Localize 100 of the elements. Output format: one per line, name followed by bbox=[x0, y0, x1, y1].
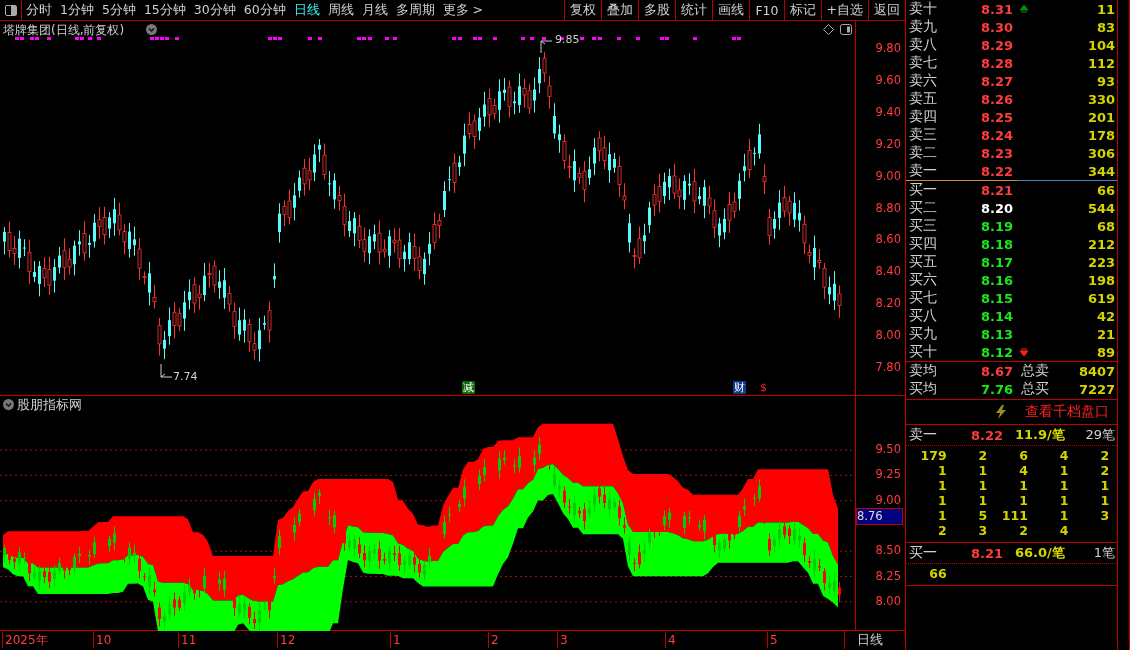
queue-order-size: 1 bbox=[936, 493, 947, 508]
toolbar-button[interactable]: 返回 bbox=[868, 0, 905, 20]
order-volume: 112 bbox=[1086, 55, 1116, 71]
more-button[interactable]: 更多 > bbox=[438, 0, 488, 20]
order-price: 8.29 bbox=[981, 37, 1015, 53]
order-price: 8.23 bbox=[981, 145, 1015, 161]
period-tab[interactable]: 周线 bbox=[323, 0, 358, 20]
period-tab[interactable]: 月线 bbox=[357, 0, 392, 20]
date-label: 5 bbox=[767, 632, 778, 648]
axis-label: 8.00 bbox=[875, 328, 901, 343]
toolbar-button[interactable]: 复权 bbox=[564, 0, 602, 20]
panel-icon[interactable] bbox=[840, 24, 852, 35]
queue-price: 8.22 bbox=[971, 427, 1005, 443]
queue-order-size: 4 bbox=[1018, 463, 1028, 478]
queue-order-size: 2 bbox=[936, 523, 947, 538]
axis-label: 9.60 bbox=[875, 72, 901, 87]
order-volume: 21 bbox=[1096, 326, 1116, 342]
event-marker[interactable]: 财 bbox=[733, 381, 746, 394]
order-price: 8.28 bbox=[981, 55, 1015, 71]
axis-label: 9.25 bbox=[875, 467, 901, 482]
order-level-label: 卖九 bbox=[909, 18, 938, 36]
lightning-icon bbox=[995, 405, 1008, 419]
toolbar-button[interactable]: 统计 bbox=[675, 0, 713, 20]
queue-order-size: 1 bbox=[1058, 463, 1069, 478]
order-level-label: 买八 bbox=[909, 307, 938, 325]
queue-count: 1笔 bbox=[1092, 544, 1116, 562]
order-volume: 178 bbox=[1086, 127, 1116, 143]
queue-label: 买一 bbox=[909, 544, 938, 562]
order-level-label: 买五 bbox=[909, 253, 938, 271]
date-label: 12 bbox=[277, 632, 296, 648]
event-marker[interactable]: $ bbox=[759, 381, 768, 394]
date-label: 1 bbox=[390, 632, 401, 648]
total-label: 总卖 bbox=[1021, 362, 1049, 380]
axis-label: 9.50 bbox=[875, 442, 901, 456]
toolbar-button[interactable]: 多股 bbox=[638, 0, 676, 20]
queue-order-size: 6 bbox=[1018, 448, 1028, 463]
total-volume: 8407 bbox=[1077, 363, 1116, 379]
order-volume: 66 bbox=[1096, 182, 1116, 198]
order-price: 8.17 bbox=[981, 254, 1015, 270]
order-volume: 104 bbox=[1086, 37, 1116, 53]
dropdown-icon[interactable] bbox=[146, 24, 157, 35]
period-tab[interactable]: 多周期 bbox=[391, 0, 439, 20]
queue-order-size: 4 bbox=[1058, 448, 1069, 463]
queue-order-size: 1 bbox=[1099, 478, 1110, 493]
axis-label: 9.00 bbox=[875, 168, 901, 183]
period-tab[interactable]: 60分钟 bbox=[239, 0, 290, 20]
low-price-label: 7.74 bbox=[173, 370, 198, 383]
period-tab[interactable]: 15分钟 bbox=[139, 0, 190, 20]
order-volume: 11 bbox=[1096, 1, 1116, 17]
order-level-label: 卖一 bbox=[909, 162, 938, 180]
order-level-label: 买三 bbox=[909, 217, 938, 235]
event-marker[interactable]: 减 bbox=[462, 381, 475, 394]
order-volume: 201 bbox=[1086, 109, 1116, 125]
period-tab[interactable]: 30分钟 bbox=[189, 0, 240, 20]
order-price: 8.24 bbox=[981, 127, 1015, 143]
queue-order-size: 66 bbox=[928, 566, 947, 581]
chart-title: 塔牌集团(日线,前复权) bbox=[3, 22, 125, 39]
leader-line bbox=[160, 363, 173, 378]
order-level-label: 卖七 bbox=[909, 54, 938, 72]
axis-label: 8.50 bbox=[875, 543, 901, 558]
order-level-label: 卖六 bbox=[909, 72, 938, 90]
order-level-label: 买六 bbox=[909, 271, 938, 289]
toolbar-button[interactable]: 画线 bbox=[712, 0, 750, 20]
order-level-label: 卖二 bbox=[909, 144, 938, 162]
indicator-title: 股朋指标网 bbox=[17, 397, 82, 414]
diamond-icon[interactable] bbox=[823, 24, 834, 35]
order-level-label: 买二 bbox=[909, 199, 938, 217]
order-price: 8.12 bbox=[981, 344, 1015, 360]
queue-order-size: 4 bbox=[1058, 523, 1069, 538]
dropdown-icon[interactable] bbox=[3, 399, 14, 410]
queue-order-size: 1 bbox=[1058, 508, 1069, 523]
order-level-label: 买七 bbox=[909, 289, 938, 307]
order-price: 8.15 bbox=[981, 290, 1015, 306]
toolbar-button[interactable]: +自选 bbox=[820, 0, 868, 20]
order-level-label: 卖四 bbox=[909, 108, 938, 126]
queue-order-size: 2 bbox=[1099, 448, 1110, 463]
queue-order-size: 1 bbox=[977, 478, 988, 493]
average-price: 7.76 bbox=[981, 381, 1015, 397]
depth-link[interactable]: 查看千档盘口 bbox=[1025, 403, 1110, 421]
order-volume: 223 bbox=[1086, 254, 1116, 270]
queue-order-size: 1 bbox=[936, 478, 947, 493]
period-tab[interactable]: 5分钟 bbox=[97, 0, 140, 20]
date-label: 3 bbox=[557, 632, 568, 648]
queue-order-size: 1 bbox=[1018, 493, 1028, 508]
axis-label: 8.80 bbox=[875, 200, 901, 215]
date-label: 11 bbox=[178, 632, 197, 648]
order-price: 8.16 bbox=[981, 272, 1015, 288]
period-tab[interactable]: 日线 bbox=[289, 0, 324, 20]
toolbar-button[interactable]: 叠加 bbox=[601, 0, 639, 20]
total-label: 总买 bbox=[1021, 380, 1049, 398]
order-volume: 544 bbox=[1086, 200, 1116, 216]
queue-order-size: 3 bbox=[1099, 508, 1110, 523]
toolbar-button[interactable]: 标记 bbox=[783, 0, 821, 20]
toolbar-button[interactable]: F10 bbox=[749, 0, 784, 20]
axis-label: 9.00 bbox=[875, 492, 901, 507]
period-tab[interactable]: 分时 bbox=[22, 0, 56, 20]
order-price: 8.19 bbox=[981, 218, 1015, 234]
period-tab[interactable]: 1分钟 bbox=[56, 0, 98, 20]
queue-order-size: 1 bbox=[936, 508, 947, 523]
order-price: 8.22 bbox=[981, 163, 1015, 179]
